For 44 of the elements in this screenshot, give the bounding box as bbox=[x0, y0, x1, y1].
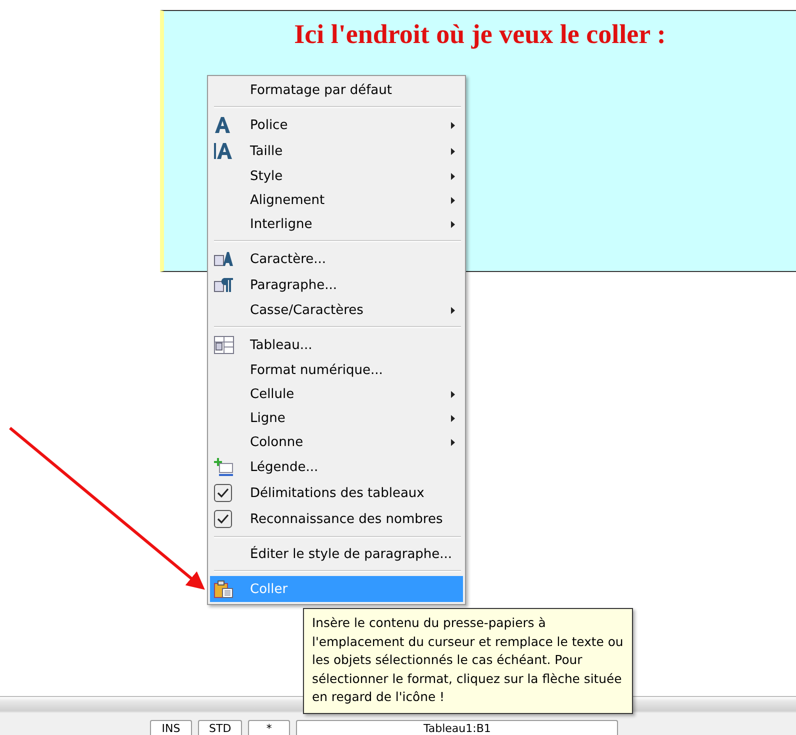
menu-item[interactable]: Casse/Caractères bbox=[210, 298, 463, 322]
tick-icon bbox=[217, 488, 229, 498]
menu-item[interactable]: Format numérique... bbox=[210, 358, 463, 382]
menu-item[interactable]: Tableau... bbox=[210, 332, 463, 358]
submenu-arrow-icon bbox=[451, 220, 455, 228]
caption-icon bbox=[214, 458, 234, 476]
paragraph-icon bbox=[214, 277, 234, 293]
submenu-arrow-icon bbox=[451, 148, 455, 154]
status-field: STD bbox=[198, 720, 242, 735]
menu-item[interactable]: Ligne bbox=[210, 406, 463, 430]
status-field: Tableau1:B1 bbox=[296, 720, 618, 735]
menu-item[interactable]: Taille bbox=[210, 138, 463, 164]
menu-item[interactable]: Éditer le style de paragraphe... bbox=[210, 542, 463, 566]
character-icon bbox=[214, 251, 234, 267]
submenu-arrow-icon bbox=[451, 122, 455, 128]
submenu-arrow-icon bbox=[451, 438, 455, 446]
submenu-arrow-icon bbox=[451, 196, 455, 204]
menu-item[interactable]: Formatage par défaut bbox=[210, 78, 463, 102]
menu-item[interactable]: Interligne bbox=[210, 212, 463, 236]
table-icon bbox=[214, 336, 234, 354]
document-heading: Ici l'endroit où je veux le coller : bbox=[294, 19, 666, 51]
menu-item[interactable]: Délimitations des tableaux bbox=[210, 480, 463, 506]
menu-item[interactable]: Légende... bbox=[210, 454, 463, 480]
menu-item[interactable]: Reconnaissance des nombres bbox=[210, 506, 463, 532]
paste-icon bbox=[214, 580, 234, 598]
submenu-arrow-icon bbox=[451, 390, 455, 398]
letter-a-icon bbox=[214, 116, 231, 134]
submenu-arrow-icon bbox=[451, 414, 455, 422]
menu-item[interactable]: Cellule bbox=[210, 382, 463, 406]
font-size-icon bbox=[214, 142, 233, 160]
menu-item[interactable]: Style bbox=[210, 164, 463, 188]
menu-item[interactable]: Police bbox=[210, 112, 463, 138]
status-field: INS bbox=[150, 720, 192, 735]
menu-item[interactable]: Caractère... bbox=[210, 246, 463, 272]
tooltip: Insère le contenu du presse-papiers à l'emplacement du curseur et remplace le texte ou les objets sélectionnés le cas échéant. Pour sélectionner le format, cliquez sur la flèche située en regard de l'icône ! bbox=[303, 608, 633, 714]
menu-item[interactable]: Paragraphe... bbox=[210, 272, 463, 298]
submenu-arrow-icon bbox=[451, 306, 455, 314]
menu-item[interactable]: Alignement bbox=[210, 188, 463, 212]
status-field: * bbox=[248, 720, 290, 735]
checkbox[interactable] bbox=[214, 510, 232, 528]
tick-icon bbox=[217, 514, 229, 524]
submenu-arrow-icon bbox=[451, 172, 455, 180]
checkbox[interactable] bbox=[214, 484, 232, 502]
menu-item[interactable]: Colonne bbox=[210, 430, 463, 454]
